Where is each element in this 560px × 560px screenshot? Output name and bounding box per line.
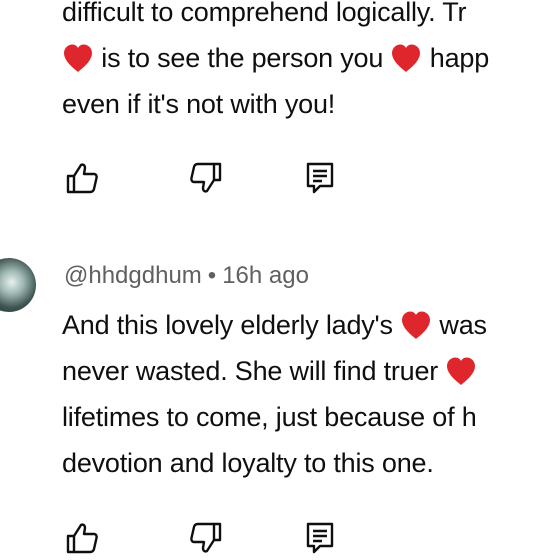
like-button[interactable] (62, 158, 102, 198)
thumbs-down-icon (190, 522, 222, 553)
comment-2-line-4-text: devotion and loyalty to this one. (62, 448, 434, 478)
reply-comment-icon (306, 162, 334, 194)
comment-1-line-2-tail: happ (422, 43, 490, 73)
like-button[interactable] (62, 518, 102, 558)
comment-2-line-3-text: lifetimes to come, just because of h (62, 402, 477, 432)
comment-1-line-1-text: difficult to comprehend logically. Tr (62, 0, 467, 27)
avatar[interactable] (0, 258, 36, 312)
heart-emoji-icon (402, 311, 431, 339)
reply-button[interactable] (300, 158, 340, 198)
heart-emoji-icon (392, 44, 421, 72)
comment-1-line-1: difficult to comprehend logically. Tr (62, 0, 489, 35)
thumbs-down-icon (190, 162, 222, 193)
comment-1-line-2-text: is to see the person you (94, 43, 391, 73)
reply-button[interactable] (300, 518, 340, 558)
comment-1-line-3-text: even if it's not with you! (62, 89, 336, 119)
comment-2-line-2-text: never wasted. She will find truer (62, 356, 446, 386)
meta-separator: • (207, 262, 217, 289)
comment-1-text: difficult to comprehend logically. Tr is… (62, 0, 489, 127)
comment-1-line-3: even if it's not with you! (62, 81, 489, 127)
thumbs-up-icon (66, 523, 98, 554)
comment-timestamp[interactable]: 16h ago (222, 262, 309, 289)
comment-2-line-1-tail: was (432, 310, 487, 340)
comment-2-text: And this lovely elderly lady's was never… (62, 302, 487, 486)
comment-2-meta: @hhdgdhum • 16h ago (64, 262, 309, 290)
comment-1-actions (62, 158, 362, 198)
dislike-button[interactable] (186, 158, 226, 198)
reply-comment-icon (306, 522, 334, 554)
comment-2-actions (62, 518, 362, 558)
heart-emoji-icon (447, 357, 476, 385)
comment-1-line-2: is to see the person you happ (62, 35, 489, 81)
comment-2-line-1-text: And this lovely elderly lady's (62, 310, 401, 340)
comment-2-line-2: never wasted. She will find truer (62, 348, 487, 394)
comment-2-line-3: lifetimes to come, just because of h (62, 394, 487, 440)
dislike-button[interactable] (186, 518, 226, 558)
comments-section: difficult to comprehend logically. Tr is… (0, 0, 560, 560)
comment-2-line-1: And this lovely elderly lady's was (62, 302, 487, 348)
comment-2-line-4: devotion and loyalty to this one. (62, 440, 487, 486)
thumbs-up-icon (66, 163, 98, 194)
comment-author[interactable]: @hhdgdhum (64, 262, 202, 289)
heart-emoji-icon (64, 44, 92, 72)
